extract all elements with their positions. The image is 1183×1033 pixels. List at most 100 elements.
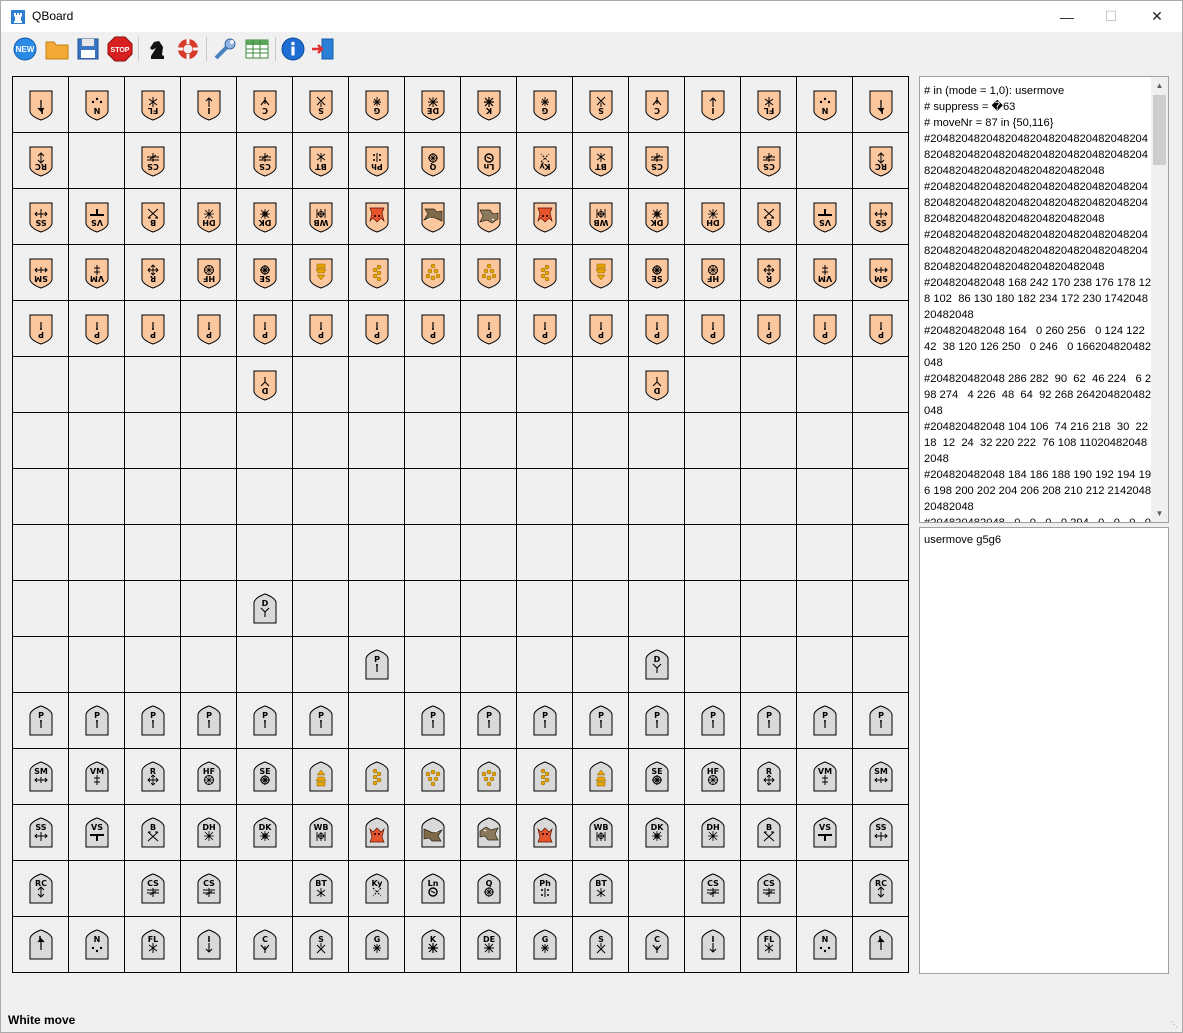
board-square[interactable]	[69, 525, 125, 581]
board-square[interactable]: P	[293, 301, 349, 357]
board-square[interactable]: DK	[629, 189, 685, 245]
board-square[interactable]	[405, 357, 461, 413]
board-square[interactable]: DK	[629, 805, 685, 861]
black-fk-piece-icon[interactable]	[474, 257, 504, 289]
white-l-piece-icon[interactable]: L	[26, 929, 56, 961]
board-square[interactable]	[853, 525, 909, 581]
info-button[interactable]	[280, 36, 306, 62]
board-square[interactable]: P	[181, 693, 237, 749]
board-square[interactable]	[573, 581, 629, 637]
black-bt-piece-icon[interactable]: BT	[306, 145, 336, 177]
command-input-text[interactable]: usermove g5g6	[924, 534, 1001, 546]
white-hf-piece-icon[interactable]: HF	[194, 761, 224, 793]
white-lg-piece-icon[interactable]	[530, 761, 560, 793]
black-bt-piece-icon[interactable]: BT	[586, 145, 616, 177]
black-fk-piece-icon[interactable]	[418, 257, 448, 289]
board-square[interactable]: WB	[573, 805, 629, 861]
board-square[interactable]: K	[405, 917, 461, 973]
black-r-piece-icon[interactable]: R	[138, 257, 168, 289]
board-square[interactable]: RC	[13, 133, 69, 189]
settings-button[interactable]	[212, 36, 238, 62]
black-p-piece-icon[interactable]: P	[138, 313, 168, 345]
board-square[interactable]	[797, 357, 853, 413]
board-square[interactable]: P	[853, 301, 909, 357]
board-square[interactable]	[629, 469, 685, 525]
board-square[interactable]: VM	[69, 245, 125, 301]
white-ss-piece-icon[interactable]: SS	[26, 817, 56, 849]
board-square[interactable]	[797, 637, 853, 693]
board-square[interactable]: SE	[629, 749, 685, 805]
white-d-piece-icon[interactable]: D	[250, 593, 280, 625]
board-square[interactable]: P	[181, 301, 237, 357]
board-square[interactable]: P	[293, 693, 349, 749]
board-square[interactable]	[125, 357, 181, 413]
white-fe-piece-icon[interactable]	[418, 817, 448, 849]
board-square[interactable]: P	[349, 301, 405, 357]
board-square[interactable]	[405, 637, 461, 693]
board-square[interactable]	[573, 749, 629, 805]
board-square[interactable]: DK	[237, 189, 293, 245]
board-square[interactable]	[13, 525, 69, 581]
board-square[interactable]	[573, 469, 629, 525]
black-p-piece-icon[interactable]: P	[194, 313, 224, 345]
board-square[interactable]	[461, 581, 517, 637]
black-ln-piece-icon[interactable]: Ln	[474, 145, 504, 177]
black-s-piece-icon[interactable]: S	[306, 89, 336, 121]
white-fd-piece-icon[interactable]	[362, 817, 392, 849]
black-rh-piece-icon[interactable]	[474, 201, 504, 233]
board-square[interactable]: VS	[797, 805, 853, 861]
board-square[interactable]	[685, 637, 741, 693]
white-s-piece-icon[interactable]: S	[586, 929, 616, 961]
board-square[interactable]	[461, 637, 517, 693]
board-square[interactable]: P	[685, 693, 741, 749]
white-dk-piece-icon[interactable]: DK	[642, 817, 672, 849]
board-square[interactable]	[293, 357, 349, 413]
black-cs-piece-icon[interactable]: CS	[642, 145, 672, 177]
scroll-down-arrow-icon[interactable]: ▼	[1151, 505, 1168, 522]
board-square[interactable]: HF	[181, 749, 237, 805]
board-square[interactable]	[461, 525, 517, 581]
board-square[interactable]	[13, 637, 69, 693]
board-square[interactable]: SM	[853, 749, 909, 805]
white-rh-piece-icon[interactable]	[474, 817, 504, 849]
board-square[interactable]: SS	[13, 805, 69, 861]
black-p-piece-icon[interactable]: P	[530, 313, 560, 345]
board-square[interactable]	[629, 525, 685, 581]
white-p-piece-icon[interactable]: P	[362, 649, 392, 681]
board-square[interactable]	[517, 749, 573, 805]
table-button[interactable]	[244, 36, 270, 62]
board-square[interactable]: I	[181, 77, 237, 133]
board-square[interactable]	[405, 413, 461, 469]
board-square[interactable]	[13, 413, 69, 469]
white-fk-piece-icon[interactable]	[418, 761, 448, 793]
white-p-piece-icon[interactable]: P	[194, 705, 224, 737]
board-square[interactable]: P	[741, 301, 797, 357]
board-square[interactable]: Ph	[349, 133, 405, 189]
board-square[interactable]	[405, 805, 461, 861]
board-square[interactable]: SS	[853, 189, 909, 245]
white-se-piece-icon[interactable]: SE	[642, 761, 672, 793]
board-square[interactable]: I	[181, 917, 237, 973]
white-q-piece-icon[interactable]: Q	[474, 873, 504, 905]
black-p-piece-icon[interactable]: P	[810, 313, 840, 345]
board-square[interactable]: CS	[125, 861, 181, 917]
board-square[interactable]	[461, 189, 517, 245]
board-square[interactable]	[349, 413, 405, 469]
board-square[interactable]: C	[629, 917, 685, 973]
white-p-piece-icon[interactable]: P	[138, 705, 168, 737]
board-square[interactable]	[741, 637, 797, 693]
board-square[interactable]	[125, 525, 181, 581]
maximize-button[interactable]: ☐	[1088, 1, 1134, 32]
board-square[interactable]	[237, 469, 293, 525]
board-square[interactable]: SM	[13, 749, 69, 805]
board-square[interactable]: P	[461, 693, 517, 749]
board-square[interactable]: D	[237, 581, 293, 637]
white-sm-piece-icon[interactable]: SM	[866, 761, 896, 793]
board-square[interactable]	[629, 861, 685, 917]
board-square[interactable]	[461, 413, 517, 469]
white-fd-piece-icon[interactable]	[530, 817, 560, 849]
board-square[interactable]: CS	[741, 861, 797, 917]
board-square[interactable]	[405, 245, 461, 301]
white-hf-piece-icon[interactable]: HF	[698, 761, 728, 793]
black-ss-piece-icon[interactable]: SS	[866, 201, 896, 233]
